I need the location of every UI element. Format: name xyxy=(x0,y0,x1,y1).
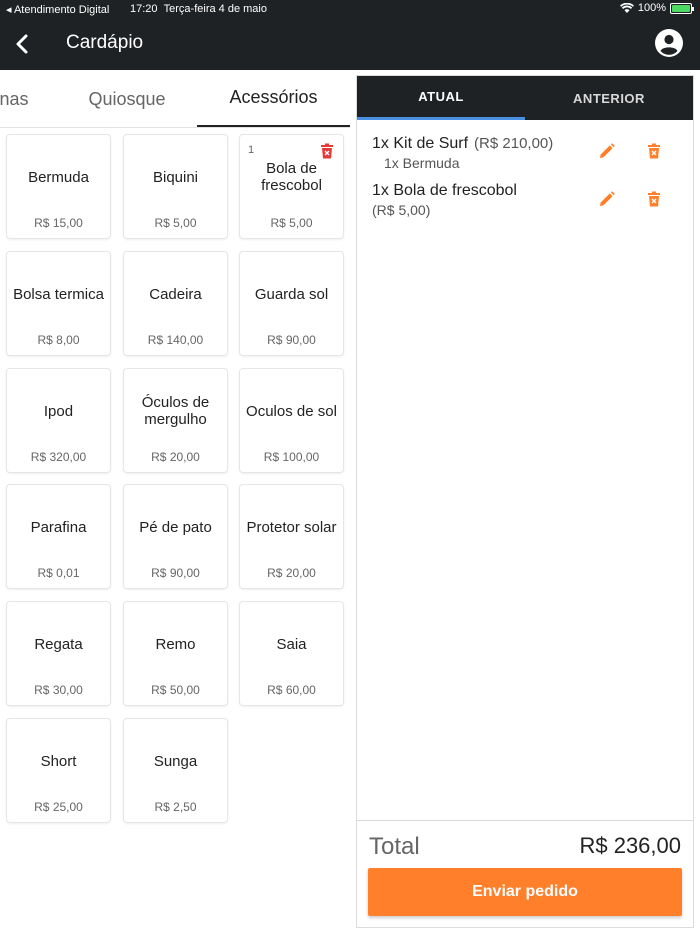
product-card[interactable]: Biquini R$ 5,00 xyxy=(124,135,227,238)
product-price: R$ 60,00 xyxy=(267,683,316,697)
order-panel: ATUAL ANTERIOR 1x Kit de Surf (R$ 210,00)… xyxy=(357,76,693,927)
battery-percent: 100% xyxy=(637,2,666,14)
total-label: Total xyxy=(369,833,420,860)
edit-item-button[interactable] xyxy=(597,141,617,161)
status-right: 100% xyxy=(619,2,694,14)
delete-item-button[interactable] xyxy=(644,141,664,161)
product-name: Sunga xyxy=(153,752,198,770)
product-name: Oculos de sol xyxy=(246,402,337,420)
account-circle-icon xyxy=(655,29,683,57)
order-item: 1x Bola de frescobol (R$ 5,00) xyxy=(372,182,682,218)
order-item: 1x Kit de Surf (R$ 210,00) 1x Bermuda xyxy=(372,135,682,171)
product-name: Parafina xyxy=(30,518,87,536)
tab-acessorios[interactable]: Acessórios xyxy=(197,70,350,128)
product-name: Cadeira xyxy=(149,285,202,303)
product-name: Bermuda xyxy=(28,168,89,186)
product-price: R$ 20,00 xyxy=(267,566,316,580)
product-name: Saia xyxy=(276,635,307,653)
battery-icon xyxy=(670,2,694,14)
back-button[interactable] xyxy=(8,30,36,58)
product-card[interactable]: Protetor solar R$ 20,00 xyxy=(240,485,343,588)
account-button[interactable] xyxy=(654,28,684,58)
product-name: Bola de frescobol xyxy=(261,160,322,194)
carrier-label: ◂ Atendimento Digital xyxy=(6,4,110,16)
product-card[interactable]: Óculos de mergulho R$ 20,00 xyxy=(124,369,227,472)
product-name: Biquini xyxy=(152,168,199,186)
pencil-icon xyxy=(600,191,615,206)
product-card[interactable]: Bermuda R$ 15,00 xyxy=(7,135,110,238)
wifi-icon xyxy=(619,2,634,13)
tabs-divider xyxy=(0,127,350,128)
status-bar: ◂ Atendimento Digital 17:20 Terça-feira … xyxy=(0,0,700,18)
product-name: Óculos de mergulho xyxy=(141,394,210,428)
product-name: Ipod xyxy=(43,402,74,420)
product-price: R$ 5,00 xyxy=(154,216,197,230)
product-price: R$ 5,00 xyxy=(270,216,313,230)
trash-icon xyxy=(648,191,660,207)
product-card[interactable]: Guarda sol R$ 90,00 xyxy=(240,252,343,355)
product-price: R$ 90,00 xyxy=(267,333,316,347)
product-price: R$ 25,00 xyxy=(34,800,83,814)
edit-item-button[interactable] xyxy=(597,189,617,209)
product-card[interactable]: Cadeira R$ 140,00 xyxy=(124,252,227,355)
product-price: R$ 30,00 xyxy=(34,683,83,697)
status-time-date: 17:20 Terça-feira 4 de maio xyxy=(130,3,267,15)
product-price: R$ 0,01 xyxy=(37,566,80,580)
product-name: Remo xyxy=(155,635,196,653)
order-footer: Total R$ 236,00 Enviar pedido xyxy=(357,820,693,927)
product-price: R$ 100,00 xyxy=(263,450,320,464)
page-title: Cardápio xyxy=(66,32,144,53)
product-name: Bolsa termica xyxy=(13,285,104,303)
product-name: Protetor solar xyxy=(246,518,337,536)
order-item-label: 1x Kit de Surf xyxy=(372,135,469,152)
product-price: R$ 90,00 xyxy=(151,566,200,580)
product-card[interactable]: Short R$ 25,00 xyxy=(7,719,110,822)
product-card[interactable]: Saia R$ 60,00 xyxy=(240,602,343,705)
product-name: Regata xyxy=(34,635,83,653)
total-value: R$ 236,00 xyxy=(579,833,681,858)
app-bar: Cardápio xyxy=(0,18,700,70)
product-price: R$ 50,00 xyxy=(151,683,200,697)
order-item-price: (R$ 210,00) xyxy=(474,135,554,152)
product-card[interactable]: Sunga R$ 2,50 xyxy=(124,719,227,822)
product-card[interactable]: Remo R$ 50,00 xyxy=(124,602,227,705)
product-name: Short xyxy=(40,752,77,770)
product-price: R$ 140,00 xyxy=(147,333,204,347)
product-card[interactable]: 1 Bola de frescobol R$ 5,00 xyxy=(240,135,343,238)
tab-anterior[interactable]: ANTERIOR xyxy=(525,76,693,120)
pencil-icon xyxy=(600,143,615,158)
product-card[interactable]: Bolsa termica R$ 8,00 xyxy=(7,252,110,355)
product-card[interactable]: Regata R$ 30,00 xyxy=(7,602,110,705)
product-price: R$ 2,50 xyxy=(154,800,197,814)
product-card[interactable]: Pé de pato R$ 90,00 xyxy=(124,485,227,588)
category-tabs: nas Quiosque Acessórios xyxy=(0,70,350,128)
product-price: R$ 15,00 xyxy=(34,216,83,230)
tab-category-partial[interactable]: nas xyxy=(0,70,58,128)
order-item-price: (R$ 5,00) xyxy=(372,202,431,218)
product-card[interactable]: Oculos de sol R$ 100,00 xyxy=(240,369,343,472)
order-tabs: ATUAL ANTERIOR xyxy=(357,76,693,120)
order-item-line: 1x Kit de Surf (R$ 210,00) xyxy=(372,135,682,153)
status-time: 17:20 xyxy=(130,3,158,15)
battery-fill xyxy=(672,4,690,12)
product-name: Guarda sol xyxy=(254,285,329,303)
order-item-sub: 1x Bermuda xyxy=(384,155,460,171)
order-item-label: 1x Bola de frescobol xyxy=(372,182,517,199)
product-price: R$ 20,00 xyxy=(151,450,200,464)
product-name: Pé de pato xyxy=(139,518,212,536)
send-order-button[interactable]: Enviar pedido xyxy=(368,868,682,916)
delete-item-button[interactable] xyxy=(644,189,664,209)
trash-icon xyxy=(648,143,660,159)
status-date: Terça-feira 4 de maio xyxy=(163,3,267,15)
tab-atual[interactable]: ATUAL xyxy=(357,76,525,120)
product-price: R$ 8,00 xyxy=(37,333,80,347)
chevron-left-icon xyxy=(16,34,28,54)
tab-quiosque[interactable]: Quiosque xyxy=(60,70,194,128)
product-card[interactable]: Ipod R$ 320,00 xyxy=(7,369,110,472)
product-price: R$ 320,00 xyxy=(30,450,87,464)
product-card[interactable]: Parafina R$ 0,01 xyxy=(7,485,110,588)
